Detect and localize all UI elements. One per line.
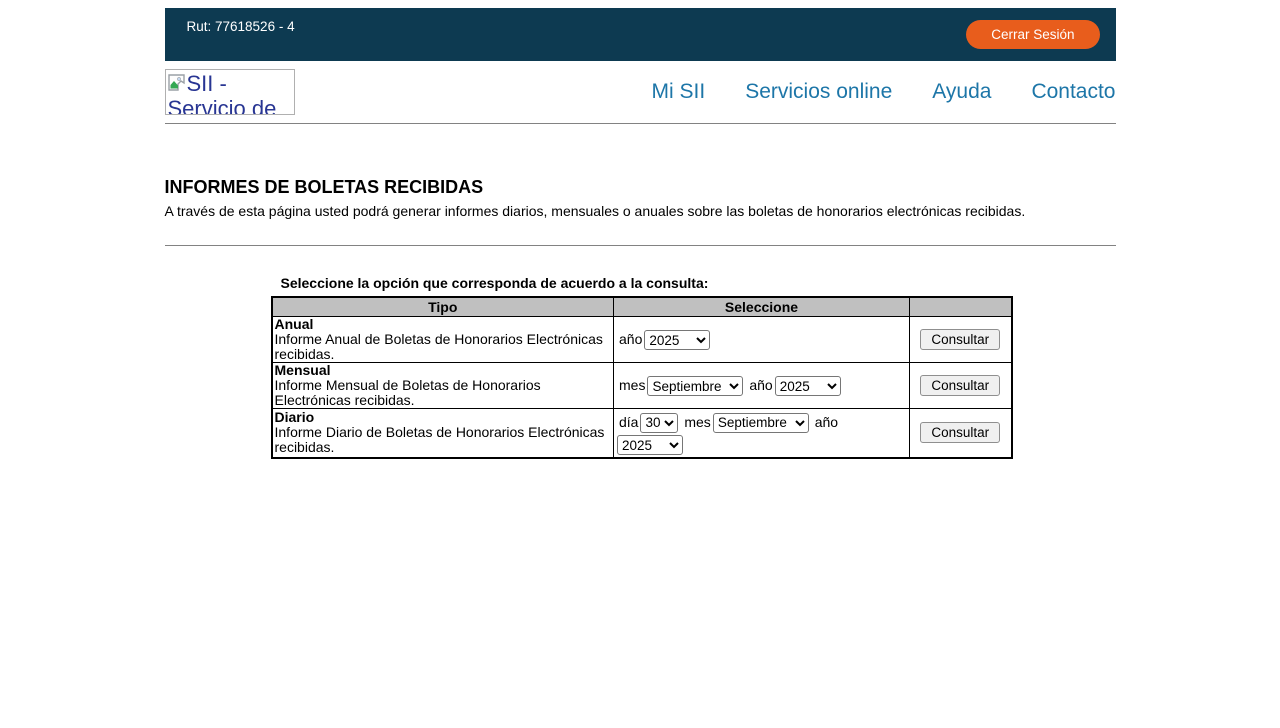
report-type: Mensual [275, 363, 612, 378]
header-divider [165, 123, 1116, 124]
sii-logo-broken-image[interactable]: SII - Servicio de [165, 69, 295, 115]
nav-contacto[interactable]: Contacto [1031, 80, 1115, 104]
field-label-ano: año [619, 331, 642, 347]
main-nav: Mi SII Servicios online Ayuda Contacto [652, 80, 1116, 104]
report-type-cell: AnualInforme Anual de Boletas de Honorar… [272, 316, 614, 362]
nav-ayuda[interactable]: Ayuda [932, 80, 991, 104]
column-header-actions [910, 297, 1012, 316]
nav-mi-sii[interactable]: Mi SII [652, 80, 706, 104]
rut-label: Rut: 77618526 - 4 [165, 8, 295, 61]
report-type-cell: DiarioInforme Diario de Boletas de Honor… [272, 408, 614, 458]
report-type: Anual [275, 317, 612, 332]
page-title: INFORMES DE BOLETAS RECIBIDAS [165, 177, 1116, 198]
column-header-tipo: Tipo [272, 297, 614, 316]
select-ano[interactable]: 2025 [644, 330, 710, 350]
consultar-button[interactable]: Consultar [920, 375, 1000, 396]
page-container: Rut: 77618526 - 4 Cerrar Sesión SII - Se… [165, 8, 1116, 459]
logout-wrap: Cerrar Sesión [966, 20, 1099, 49]
report-description: Informe Mensual de Boletas de Honorarios… [275, 377, 541, 408]
section-divider [165, 245, 1116, 246]
broken-image-icon [168, 74, 185, 91]
report-params-cell: año2025 [614, 316, 910, 362]
consultar-button[interactable]: Consultar [920, 329, 1000, 350]
report-params-cell: día30 mesSeptiembre año 2025 [614, 408, 910, 458]
field-label-ano: año [815, 414, 838, 430]
form-intro: Seleccione la opción que corresponda de … [281, 275, 1116, 291]
column-header-seleccione: Seleccione [614, 297, 910, 316]
select-ano[interactable]: 2025 [617, 435, 683, 455]
table-header-row: Tipo Seleccione [272, 297, 1012, 316]
session-bar: Rut: 77618526 - 4 Cerrar Sesión [165, 8, 1116, 61]
report-action-cell: Consultar [910, 362, 1012, 408]
report-description: Informe Diario de Boletas de Honorarios … [275, 424, 605, 455]
reports-table: Tipo Seleccione AnualInforme Anual de Bo… [271, 296, 1013, 459]
field-label-ano: año [749, 377, 772, 393]
select-mes[interactable]: Septiembre [647, 376, 743, 396]
field-label-dia: día [619, 414, 638, 430]
table-row: MensualInforme Mensual de Boletas de Hon… [272, 362, 1012, 408]
nav-servicios-online[interactable]: Servicios online [745, 80, 892, 104]
report-action-cell: Consultar [910, 316, 1012, 362]
site-header: SII - Servicio de Mi SII Servicios onlin… [165, 61, 1116, 123]
report-action-cell: Consultar [910, 408, 1012, 458]
table-row: AnualInforme Anual de Boletas de Honorar… [272, 316, 1012, 362]
report-description: Informe Anual de Boletas de Honorarios E… [275, 331, 603, 362]
report-params-cell: mesSeptiembre año2025 [614, 362, 910, 408]
logout-button[interactable]: Cerrar Sesión [966, 20, 1099, 49]
consultar-button[interactable]: Consultar [920, 422, 1000, 443]
field-label-mes: mes [684, 414, 710, 430]
report-type-cell: MensualInforme Mensual de Boletas de Hon… [272, 362, 614, 408]
select-mes[interactable]: Septiembre [713, 413, 809, 433]
table-row: DiarioInforme Diario de Boletas de Honor… [272, 408, 1012, 458]
select-ano[interactable]: 2025 [775, 376, 841, 396]
field-label-mes: mes [619, 377, 645, 393]
report-type: Diario [275, 410, 612, 425]
page-subtitle: A través de esta página usted podrá gene… [165, 203, 1116, 219]
select-dia[interactable]: 30 [640, 413, 678, 433]
